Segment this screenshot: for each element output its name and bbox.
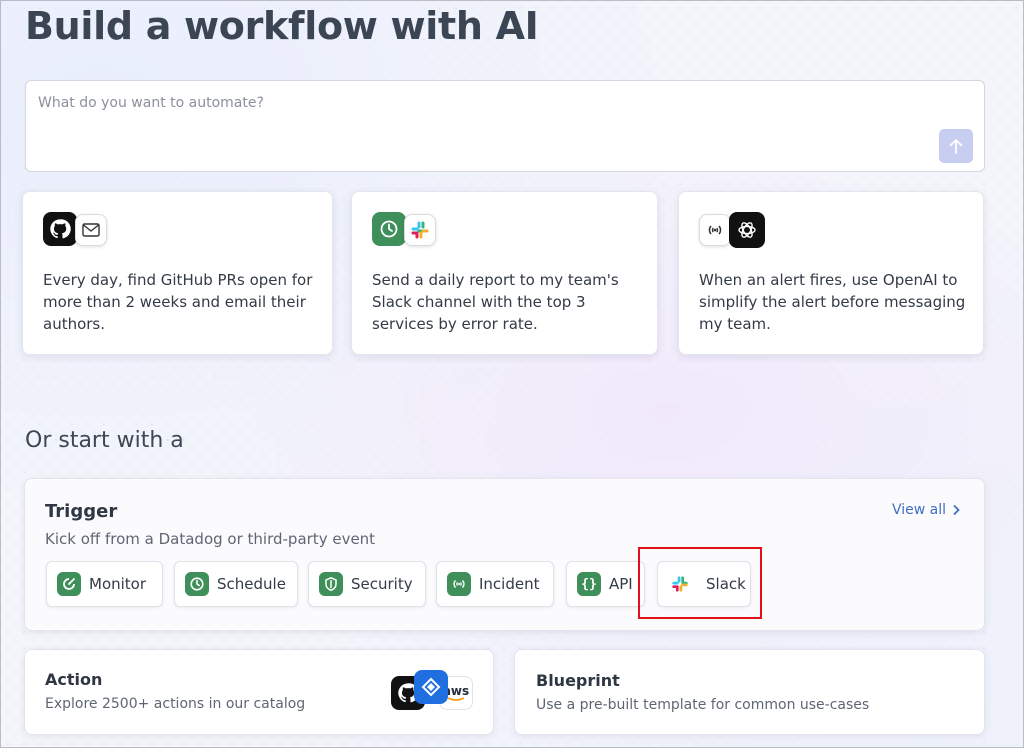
slack-chip-highlight bbox=[638, 547, 762, 619]
schedule-icon bbox=[372, 212, 406, 246]
view-all-label: View all bbox=[891, 502, 946, 518]
blueprint-card[interactable]: Blueprint Use a pre-built template for c… bbox=[514, 649, 985, 735]
trigger-title: Trigger bbox=[45, 501, 118, 522]
trigger-chip-api[interactable]: {} API bbox=[566, 561, 645, 607]
openai-icon bbox=[729, 212, 765, 248]
action-title: Action bbox=[45, 670, 103, 689]
action-description: Explore 2500+ actions in our catalog bbox=[45, 696, 306, 712]
suggestion-text: Every day, find GitHub PRs open for more… bbox=[43, 271, 313, 333]
suggestion-card-github-prs[interactable]: Every day, find GitHub PRs open for more… bbox=[22, 191, 333, 355]
jira-icon bbox=[414, 670, 448, 704]
page-title: Build a workflow with AI bbox=[25, 4, 539, 48]
chip-label: API bbox=[609, 575, 633, 593]
automation-prompt-input[interactable] bbox=[36, 93, 930, 163]
prompt-box bbox=[25, 80, 985, 172]
trigger-card: Trigger Kick off from a Datadog or third… bbox=[24, 478, 985, 631]
chip-label: Monitor bbox=[89, 575, 147, 593]
suggestion-text: Send a daily report to my team's Slack c… bbox=[372, 271, 619, 333]
view-all-link[interactable]: View all bbox=[892, 502, 960, 518]
incident-icon bbox=[447, 572, 471, 596]
blueprint-title: Blueprint bbox=[536, 671, 620, 690]
chip-label: Security bbox=[351, 575, 413, 593]
section-heading: Or start with a bbox=[25, 428, 184, 453]
clock-icon bbox=[185, 572, 209, 596]
arrow-up-icon bbox=[949, 139, 963, 154]
chevron-right-icon bbox=[953, 504, 960, 516]
shield-icon bbox=[319, 572, 343, 596]
trigger-chip-schedule[interactable]: Schedule bbox=[174, 561, 298, 607]
mail-icon bbox=[75, 214, 107, 246]
trigger-chip-monitor[interactable]: Monitor bbox=[46, 561, 163, 607]
chip-label: Incident bbox=[479, 575, 540, 593]
suggestion-text: When an alert fires, use OpenAI to simpl… bbox=[699, 271, 966, 333]
suggestion-card-openai-alert[interactable]: When an alert fires, use OpenAI to simpl… bbox=[678, 191, 984, 355]
slack-icon bbox=[404, 214, 436, 246]
trigger-description: Kick off from a Datadog or third-party e… bbox=[45, 530, 376, 548]
blueprint-description: Use a pre-built template for common use-… bbox=[536, 697, 870, 713]
trigger-chip-security[interactable]: Security bbox=[308, 561, 426, 607]
braces-icon: {} bbox=[577, 572, 601, 596]
trigger-chip-incident[interactable]: Incident bbox=[436, 561, 554, 607]
submit-prompt-button[interactable] bbox=[939, 129, 973, 163]
github-icon bbox=[43, 212, 77, 246]
suggestion-card-slack-report[interactable]: Send a daily report to my team's Slack c… bbox=[351, 191, 658, 355]
monitor-icon bbox=[57, 572, 81, 596]
chip-label: Schedule bbox=[217, 575, 286, 593]
incident-icon bbox=[699, 214, 731, 246]
action-card[interactable]: Action Explore 2500+ actions in our cata… bbox=[24, 649, 494, 735]
